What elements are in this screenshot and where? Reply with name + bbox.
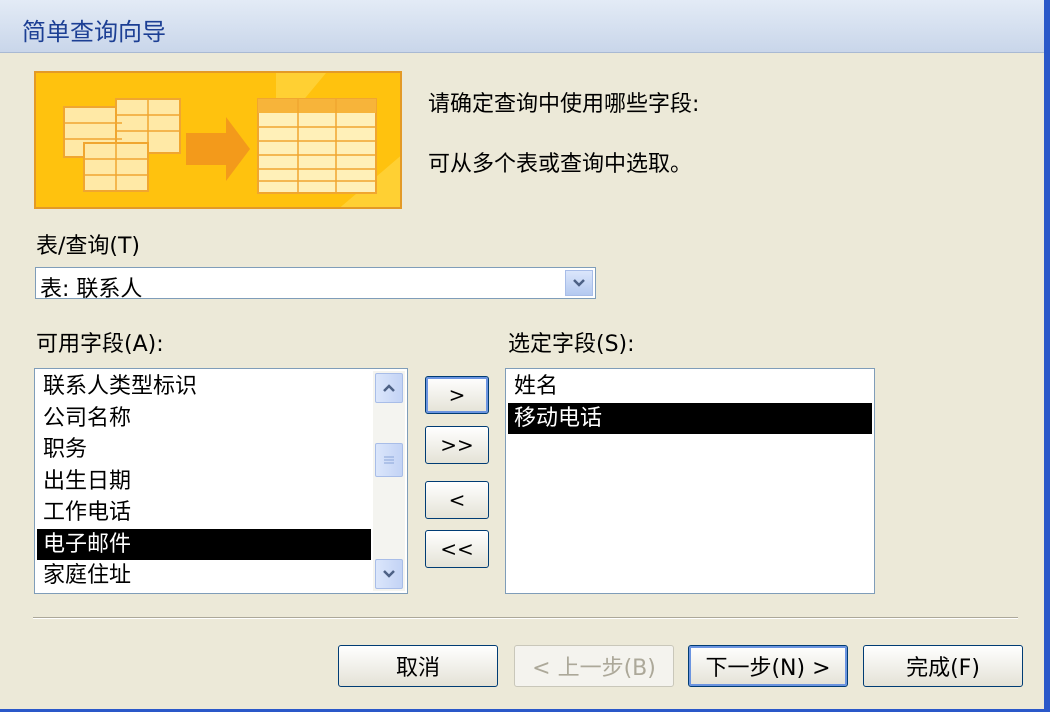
scroll-up-button[interactable] xyxy=(375,373,403,403)
back-button[interactable]: < 上一步(B) xyxy=(514,645,674,687)
instruction-text: 请确定查询中使用哪些字段: xyxy=(428,92,700,117)
window-frame-right xyxy=(1044,0,1050,712)
list-item[interactable]: 职务 xyxy=(37,434,371,466)
add-all-fields-button[interactable]: >> xyxy=(425,426,489,464)
grip-icon xyxy=(384,456,394,464)
chevron-down-icon xyxy=(383,570,395,578)
available-fields-label: 可用字段(A): xyxy=(36,332,164,357)
list-item[interactable]: 工作电话 xyxy=(37,497,371,529)
table-query-label: 表/查询(T) xyxy=(36,234,141,259)
title-bar: 简单查询向导 xyxy=(0,0,1044,53)
instruction-subtext: 可从多个表或查询中选取。 xyxy=(428,152,693,177)
chevron-up-icon xyxy=(383,384,395,392)
vertical-scrollbar[interactable] xyxy=(373,371,405,591)
next-button[interactable]: 下一步(N) > xyxy=(688,645,848,687)
table-query-dropdown[interactable]: 表: 联系人 xyxy=(35,267,596,302)
list-item-selected[interactable]: 电子邮件 xyxy=(37,528,371,560)
footer-divider xyxy=(33,617,1018,619)
chevron-down-icon xyxy=(573,279,585,287)
list-item[interactable]: 姓名 xyxy=(508,371,872,403)
cancel-button[interactable]: 取消 xyxy=(338,645,498,687)
scroll-down-button[interactable] xyxy=(375,559,403,589)
list-item[interactable]: 家庭住址 xyxy=(37,560,371,592)
scroll-thumb[interactable] xyxy=(375,443,403,477)
selected-fields-label: 选定字段(S): xyxy=(508,332,635,357)
list-item-selected[interactable]: 移动电话 xyxy=(508,402,872,434)
wizard-banner-image xyxy=(34,71,402,209)
remove-all-fields-button[interactable]: << xyxy=(425,530,489,568)
remove-field-button[interactable]: < xyxy=(425,481,489,519)
available-fields-list[interactable]: 联系人类型标识 公司名称 职务 出生日期 工作电话 电子邮件 家庭住址 xyxy=(34,368,408,594)
window-title: 简单查询向导 xyxy=(22,18,166,46)
add-field-button[interactable]: > xyxy=(425,376,489,414)
dropdown-button[interactable] xyxy=(565,270,593,296)
list-item[interactable]: 联系人类型标识 xyxy=(37,371,371,403)
finish-button[interactable]: 完成(F) xyxy=(863,645,1023,687)
list-item[interactable]: 公司名称 xyxy=(37,403,371,435)
table-query-value: 表: 联系人 xyxy=(40,277,143,302)
list-item[interactable]: 出生日期 xyxy=(37,466,371,498)
selected-fields-list[interactable]: 姓名 移动电话 xyxy=(505,368,875,594)
